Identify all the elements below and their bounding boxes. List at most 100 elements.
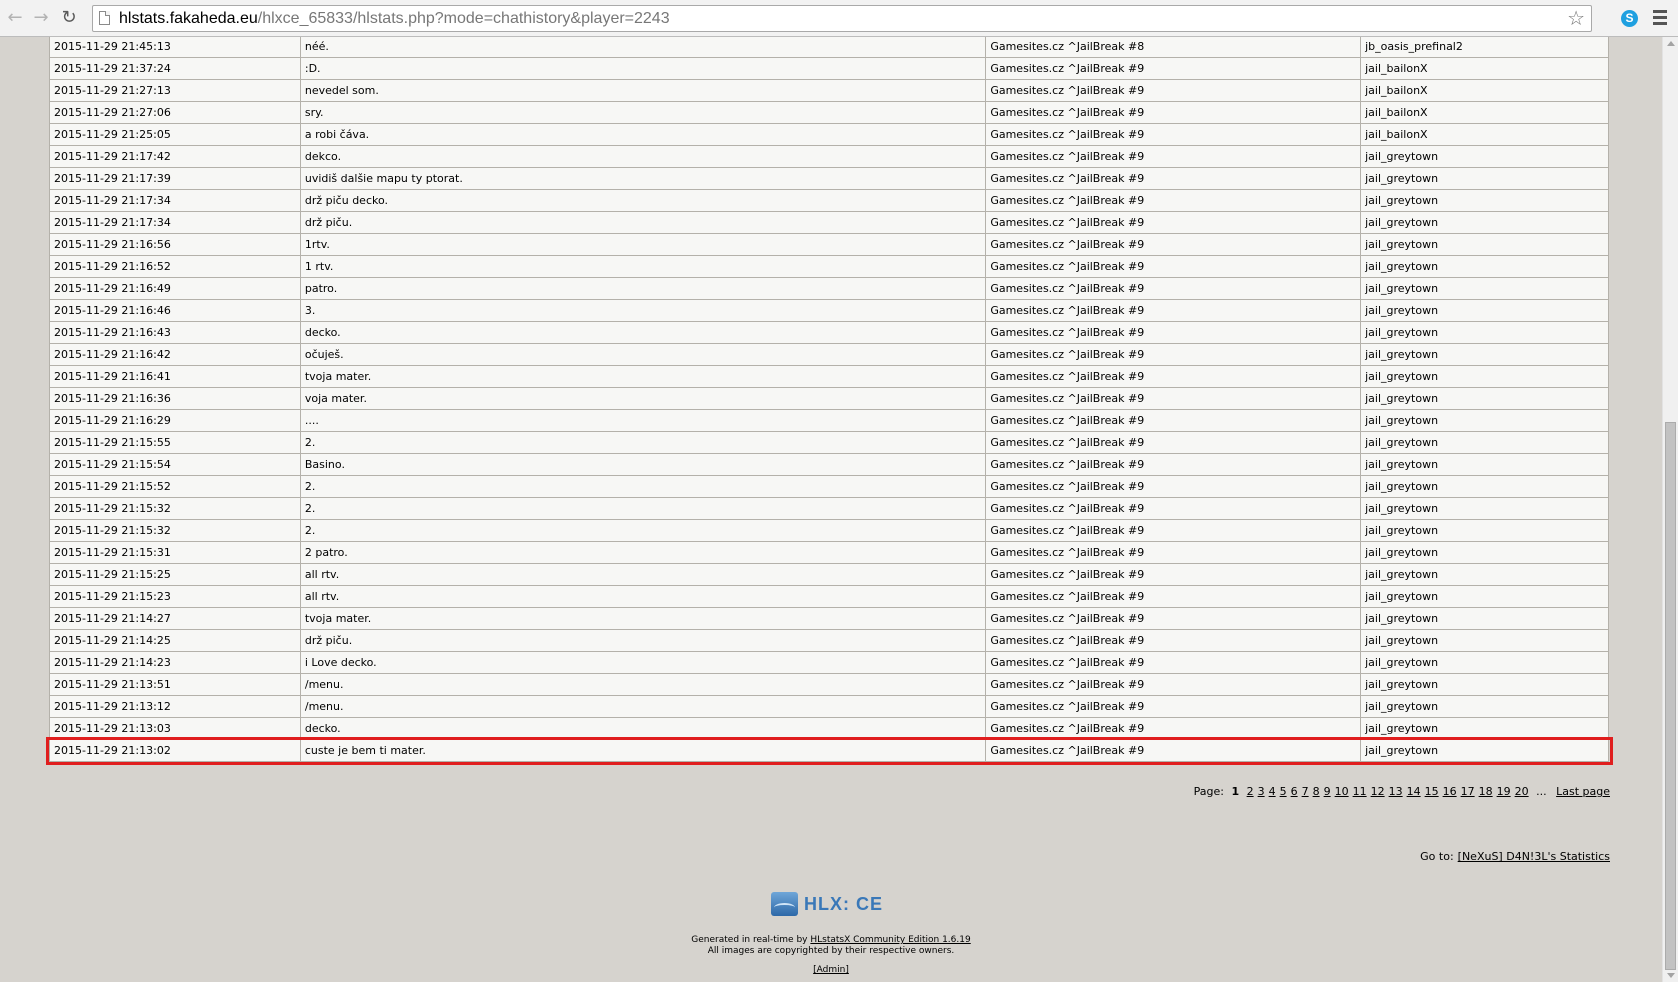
page-link[interactable]: 9 <box>1324 785 1331 798</box>
chat-date-cell: 2015-11-29 21:27:06 <box>49 101 301 124</box>
last-page-link[interactable]: Last page <box>1556 785 1610 798</box>
scroll-down-icon[interactable] <box>1667 973 1675 978</box>
chat-server-cell: Gamesites.cz ^JailBreak #9 <box>985 343 1362 366</box>
page-link[interactable]: 12 <box>1371 785 1385 798</box>
table-row: 2015-11-29 21:16:41 tvoja mater. Gamesites… <box>49 365 1609 388</box>
page-link[interactable]: 11 <box>1353 785 1367 798</box>
chat-map-cell: jail_greytown <box>1360 299 1609 322</box>
star-icon[interactable]: ☆ <box>1567 7 1585 29</box>
page-links: 2 3 4 5 6 7 8 9 10 11 12 13 14 15 16 17 18 19 20 <box>1243 785 1529 798</box>
hamburger-menu-icon[interactable] <box>1653 9 1669 27</box>
chat-server-cell: Gamesites.cz ^JailBreak #9 <box>985 541 1362 564</box>
player-statistics-link[interactable]: [NeXuS] D4N!3L's Statistics <box>1458 850 1610 863</box>
chat-map-cell: jail_bailonX <box>1360 57 1609 80</box>
chat-map-cell: jail_greytown <box>1360 651 1609 674</box>
hlx-logo[interactable]: HLX: CE <box>771 892 882 918</box>
page-link[interactable]: 3 <box>1258 785 1265 798</box>
table-row: 2015-11-29 21:45:13 néé. Gamesites.cz ^Jai… <box>49 37 1609 58</box>
page-link[interactable]: 5 <box>1280 785 1287 798</box>
chat-map-cell: jail_bailonX <box>1360 123 1609 146</box>
chat-server-cell: Gamesites.cz ^JailBreak #9 <box>985 497 1362 520</box>
chat-server-cell: Gamesites.cz ^JailBreak #9 <box>985 453 1362 476</box>
chat-date-cell: 2015-11-29 21:25:05 <box>49 123 301 146</box>
url-host: hlstats.fakaheda.eu <box>119 10 258 27</box>
chat-date-cell: 2015-11-29 21:16:52 <box>49 255 301 278</box>
chat-date-cell: 2015-11-29 21:17:42 <box>49 145 301 168</box>
page-link[interactable]: 10 <box>1335 785 1349 798</box>
chat-date-cell: 2015-11-29 21:16:36 <box>49 387 301 410</box>
chat-message-cell: 3. <box>299 299 987 322</box>
page-icon <box>99 11 110 25</box>
chat-date-cell: 2015-11-29 21:15:52 <box>49 475 301 498</box>
chat-map-cell: jail_greytown <box>1360 167 1609 190</box>
chat-date-cell: 2015-11-29 21:17:34 <box>49 189 301 212</box>
chat-message-cell: 2 patro. <box>299 541 987 564</box>
page-link[interactable]: 18 <box>1479 785 1493 798</box>
chat-message-cell: /menu. <box>299 695 987 718</box>
chat-server-cell: Gamesites.cz ^JailBreak #9 <box>985 409 1362 432</box>
chat-server-cell: Gamesites.cz ^JailBreak #9 <box>985 321 1362 344</box>
chat-date-cell: 2015-11-29 21:14:25 <box>49 629 301 652</box>
table-row: 2015-11-29 21:37:24:D. Gamesites.cz ^Jail… <box>49 57 1609 80</box>
chat-message-cell: 2. <box>299 519 987 542</box>
chat-message-cell: dekco. <box>299 145 987 168</box>
chat-map-cell: jail_greytown <box>1360 409 1609 432</box>
table-row: 2015-11-29 21:13:12/menu. Gamesites.cz ^J… <box>49 695 1609 718</box>
table-row: 2015-11-29 21:27:13 nevedel som. Gamesites… <box>49 79 1609 102</box>
page-link[interactable]: 16 <box>1443 785 1457 798</box>
chat-server-cell: Gamesites.cz ^JailBreak #9 <box>985 607 1362 630</box>
admin-section: [Admin] <box>0 965 1662 975</box>
table-row: 2015-11-29 21:16:29.... Gamesites.cz ^Jai… <box>49 409 1609 432</box>
table-row: 2015-11-29 21:25:05 a robi čáva. Gamesites… <box>49 123 1609 146</box>
chat-map-cell: jail_greytown <box>1360 387 1609 410</box>
page-link[interactable]: 6 <box>1291 785 1298 798</box>
page-link[interactable]: 19 <box>1497 785 1511 798</box>
chat-server-cell: Gamesites.cz ^JailBreak #9 <box>985 519 1362 542</box>
chat-date-cell: 2015-11-29 21:16:42 <box>49 343 301 366</box>
page-link[interactable]: 7 <box>1302 785 1309 798</box>
chat-message-cell: a robi čáva. <box>299 123 987 146</box>
table-row: 2015-11-29 21:13:51/menu. Gamesites.cz ^J… <box>49 673 1609 696</box>
page-link[interactable]: 15 <box>1425 785 1439 798</box>
address-bar[interactable]: hlstats.fakaheda.eu/hlxce_65833/hlstats.… <box>92 5 1592 32</box>
scroll-up-icon[interactable] <box>1667 41 1675 46</box>
url-text[interactable]: hlstats.fakaheda.eu/hlxce_65833/hlstats.… <box>119 9 670 28</box>
page-link[interactable]: 20 <box>1515 785 1529 798</box>
pagination: Page: 1 2 3 4 5 6 7 8 9 10 11 12 13 14 15 16 17 18 19 20 .… <box>1194 785 1610 798</box>
hlstatsx-link[interactable]: HLstatsX Community Edition 1.6.19 <box>810 935 970 945</box>
back-arrow-icon[interactable]: ← <box>4 8 26 30</box>
table-row: 2015-11-29 21:13:03 decko. Gamesites.cz ^J… <box>49 717 1609 740</box>
page-link[interactable]: 13 <box>1389 785 1403 798</box>
chat-map-cell: jail_greytown <box>1360 673 1609 696</box>
chat-map-cell: jail_greytown <box>1360 695 1609 718</box>
page-link[interactable]: 14 <box>1407 785 1421 798</box>
chat-message-cell: 1 rtv. <box>299 255 987 278</box>
chat-message-cell: 1rtv. <box>299 233 987 256</box>
chat-date-cell: 2015-11-29 21:14:23 <box>49 651 301 674</box>
scrollbar-thumb[interactable] <box>1665 422 1676 970</box>
chat-message-cell: sry. <box>299 101 987 124</box>
vertical-scrollbar[interactable] <box>1662 37 1678 982</box>
chat-date-cell: 2015-11-29 21:16:46 <box>49 299 301 322</box>
admin-link[interactable]: [Admin] <box>813 965 849 975</box>
chat-date-cell: 2015-11-29 21:16:41 <box>49 365 301 388</box>
forward-arrow-icon[interactable]: → <box>30 8 52 30</box>
page-link[interactable]: 17 <box>1461 785 1475 798</box>
reload-icon[interactable]: ↻ <box>58 8 80 30</box>
chat-map-cell: jail_greytown <box>1360 475 1609 498</box>
pagination-label: Page: <box>1193 785 1224 798</box>
table-row: 2015-11-29 21:16:56 1rtv. Gamesites.cz ^Ja… <box>49 233 1609 256</box>
chat-message-cell: patro. <box>299 277 987 300</box>
page-link[interactable]: 8 <box>1313 785 1320 798</box>
page-link[interactable]: 2 <box>1247 785 1254 798</box>
chat-server-cell: Gamesites.cz ^JailBreak #9 <box>985 123 1362 146</box>
chat-server-cell: Gamesites.cz ^JailBreak #8 <box>985 37 1362 58</box>
chat-message-cell: i Love decko. <box>299 651 987 674</box>
skype-icon[interactable]: S <box>1621 10 1638 27</box>
chat-map-cell: jail_greytown <box>1360 563 1609 586</box>
chat-message-cell: voja mater. <box>299 387 987 410</box>
chat-message-cell: tvoja mater. <box>299 607 987 630</box>
page-content: 2015-11-29 21:45:13 néé. Gamesites.cz ^Jai… <box>0 37 1662 982</box>
chat-server-cell: Gamesites.cz ^JailBreak #9 <box>985 167 1362 190</box>
page-link[interactable]: 4 <box>1269 785 1276 798</box>
